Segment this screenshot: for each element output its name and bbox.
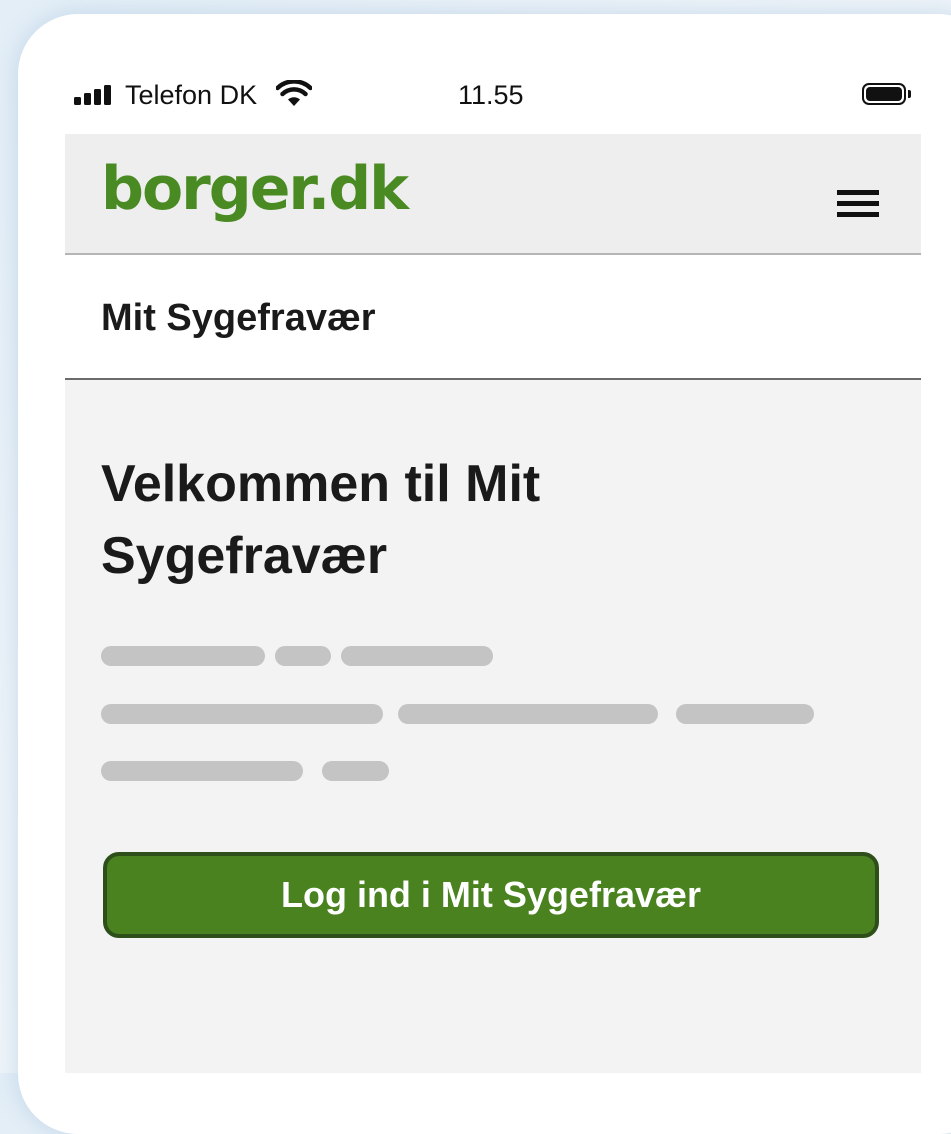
text-placeholder-line	[341, 646, 493, 666]
battery-level-fill	[866, 87, 902, 101]
site-header: borger.dk	[65, 134, 921, 255]
hamburger-menu-icon[interactable]	[835, 188, 881, 220]
wifi-icon	[276, 80, 312, 106]
text-placeholder-line	[101, 646, 265, 666]
text-placeholder-line	[101, 761, 303, 781]
text-placeholder-line	[101, 704, 383, 724]
section-title[interactable]: Mit Sygefravær	[101, 295, 376, 341]
status-time: 11.55	[458, 80, 524, 110]
login-button[interactable]: Log ind i Mit Sygefravær	[103, 852, 879, 938]
text-placeholder-line	[275, 646, 331, 666]
borger-dk-logo[interactable]: borger.dk	[101, 144, 409, 234]
text-placeholder-line	[322, 761, 389, 781]
battery-icon	[862, 83, 912, 105]
welcome-heading: Velkommen til Mit Sygefravær	[101, 455, 541, 585]
carrier-name: Telefon DK	[125, 80, 258, 110]
status-bar: Telefon DK 11.55	[0, 0, 951, 120]
text-placeholder-line	[676, 704, 814, 724]
section-bar: Mit Sygefravær	[65, 255, 921, 380]
text-placeholder-line	[398, 704, 658, 724]
signal-bars-icon	[74, 85, 118, 105]
main-content: Velkommen til Mit Sygefravær Log ind i M…	[65, 380, 921, 1073]
